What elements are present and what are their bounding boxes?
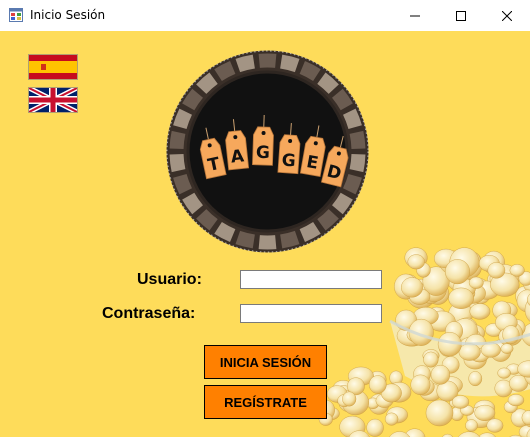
popcorn-kernel bbox=[468, 276, 484, 289]
popcorn-kernel bbox=[430, 364, 451, 385]
popcorn-kernel bbox=[486, 418, 504, 433]
login-button[interactable]: INICIA SESIÓN bbox=[204, 345, 327, 379]
popcorn-image bbox=[315, 247, 530, 437]
popcorn-kernel bbox=[410, 374, 431, 395]
window-title: Inicio Sesión bbox=[30, 8, 106, 22]
popcorn-kernel bbox=[497, 367, 511, 379]
reel-frame bbox=[169, 154, 186, 173]
popcorn-kernel bbox=[451, 395, 470, 409]
minimize-button[interactable] bbox=[392, 0, 438, 31]
popcorn-kernel bbox=[457, 431, 481, 437]
popcorn-kernel bbox=[445, 259, 470, 285]
reel-frame bbox=[349, 154, 366, 173]
title-bar: Inicio Sesión bbox=[0, 0, 530, 31]
popcorn-kernel bbox=[487, 262, 506, 279]
popcorn-kernel bbox=[368, 375, 387, 394]
minimize-icon bbox=[410, 15, 420, 16]
app-icon bbox=[9, 8, 23, 22]
password-label: Contraseña: bbox=[102, 305, 196, 322]
logo-letter: G bbox=[256, 143, 271, 163]
username-input[interactable] bbox=[240, 270, 382, 289]
register-button[interactable]: REGÍSTRATE bbox=[204, 385, 327, 419]
popcorn-kernel bbox=[478, 432, 496, 437]
popcorn-kernel bbox=[469, 303, 491, 320]
login-panel: TAGGED Usuario: Contraseña: INICIA SESIÓ… bbox=[0, 31, 530, 437]
popcorn-kernel bbox=[423, 351, 439, 368]
reel-frame bbox=[258, 53, 277, 68]
reel-frame bbox=[169, 130, 186, 149]
reel-frame bbox=[258, 235, 277, 250]
popcorn-kernel bbox=[342, 391, 357, 407]
username-label: Usuario: bbox=[137, 271, 202, 288]
maximize-icon bbox=[456, 10, 466, 21]
logo-letter: G bbox=[281, 151, 296, 172]
uk-flag-icon[interactable] bbox=[28, 87, 78, 113]
popcorn-kernel bbox=[407, 254, 425, 270]
tagged-logo: TAGGED bbox=[166, 50, 369, 253]
password-input[interactable] bbox=[240, 304, 382, 323]
popcorn-kernel bbox=[465, 419, 478, 432]
popcorn-kernel bbox=[507, 394, 525, 407]
reel-frame bbox=[349, 130, 366, 149]
popcorn-kernel bbox=[448, 287, 474, 309]
close-button[interactable] bbox=[484, 0, 530, 31]
popcorn-kernel bbox=[384, 412, 399, 426]
popcorn-kernel bbox=[500, 343, 514, 354]
popcorn-kernel bbox=[458, 343, 481, 361]
maximize-button[interactable] bbox=[438, 0, 484, 31]
popcorn-kernel bbox=[468, 371, 483, 387]
popcorn-kernel bbox=[425, 399, 454, 427]
popcorn-kernel bbox=[401, 277, 423, 298]
popcorn-kernel bbox=[474, 404, 496, 421]
close-icon bbox=[502, 10, 512, 21]
spain-flag-icon[interactable] bbox=[28, 54, 78, 80]
popcorn-kernel bbox=[366, 418, 384, 437]
